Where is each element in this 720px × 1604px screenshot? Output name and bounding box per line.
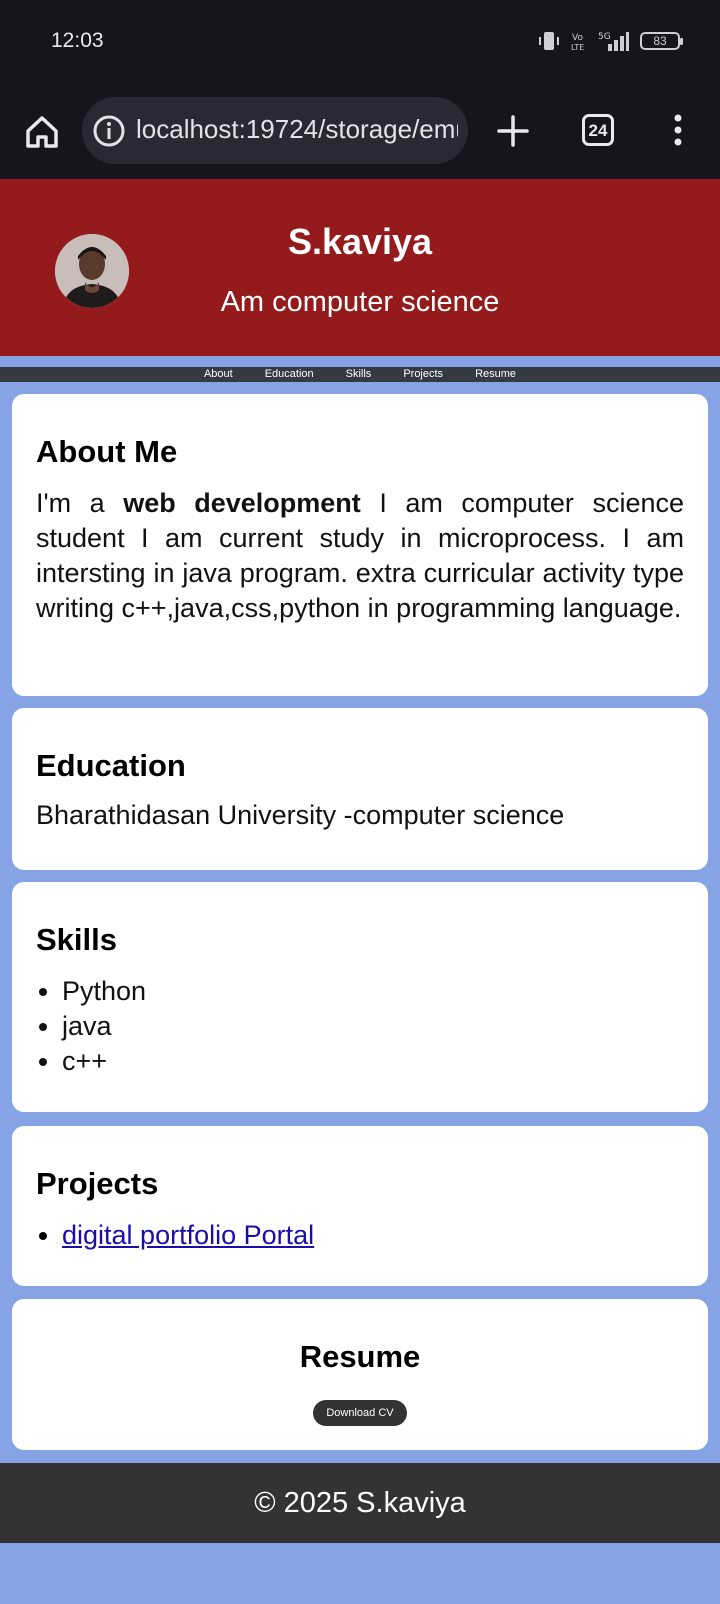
browser-toolbar: localhost:19724/storage/emulated 24	[0, 84, 720, 179]
about-title: About Me	[36, 434, 178, 469]
nav-skills[interactable]: Skills	[346, 367, 372, 382]
status-time: 12:03	[51, 29, 104, 52]
status-icons: Vo LTE 5G 83	[538, 30, 683, 52]
vibrate-icon	[539, 32, 559, 50]
skills-title: Skills	[36, 922, 117, 957]
project-link[interactable]: digital portfolio Portal	[62, 1220, 314, 1250]
list-item: digital portfolio Portal	[62, 1218, 314, 1253]
education-title: Education	[36, 748, 186, 783]
svg-text:LTE: LTE	[571, 43, 584, 52]
resume-section: Resume Download CV	[12, 1299, 708, 1450]
list-item: c++	[62, 1044, 146, 1079]
tabs-icon[interactable]: 24	[582, 114, 614, 146]
site-subtitle: Am computer science	[220, 286, 500, 318]
nav-resume[interactable]: Resume	[475, 367, 516, 382]
site-footer: © 2025 S.kaviya	[0, 1463, 720, 1543]
battery-icon: 83	[640, 32, 683, 50]
svg-text:Vo: Vo	[572, 33, 583, 43]
site-header: S.kaviya Am computer science	[0, 179, 720, 356]
about-section: About Me I'm a web development I am comp…	[12, 394, 708, 696]
nav-about[interactable]: About	[204, 367, 233, 382]
skills-section: Skills Python java c++	[12, 882, 708, 1112]
about-text: I'm a web development I am computer scie…	[36, 486, 684, 626]
education-section: Education Bharathidasan University -comp…	[12, 708, 708, 870]
education-text: Bharathidasan University -computer scien…	[36, 800, 565, 830]
volte-icon: Vo LTE	[571, 33, 584, 52]
site-nav: About Education Skills Projects Resume	[0, 367, 720, 382]
plus-icon[interactable]	[494, 112, 532, 150]
home-icon[interactable]	[22, 112, 62, 152]
about-bold: web development	[123, 488, 361, 518]
5g-signal-icon: 5G	[598, 32, 629, 51]
about-intro: I'm a	[36, 488, 105, 518]
svg-text:5G: 5G	[598, 32, 611, 42]
list-item: java	[62, 1009, 146, 1044]
projects-list: digital portfolio Portal	[62, 1218, 314, 1253]
skills-list: Python java c++	[62, 974, 146, 1079]
projects-title: Projects	[36, 1166, 159, 1201]
more-vert-icon[interactable]	[668, 110, 688, 150]
status-bar: 12:03 Vo LTE 5G 83	[0, 0, 720, 84]
nav-projects[interactable]: Projects	[403, 367, 443, 382]
projects-section: Projects digital portfolio Portal	[12, 1126, 708, 1286]
list-item: Python	[62, 974, 146, 1009]
download-cv-button[interactable]: Download CV	[313, 1400, 407, 1426]
info-icon[interactable]	[92, 114, 126, 148]
address-bar[interactable]: localhost:19724/storage/emulated	[82, 97, 468, 164]
nav-education[interactable]: Education	[265, 367, 314, 382]
site-title: S.kaviya	[287, 221, 433, 262]
resume-title: Resume	[299, 1339, 421, 1374]
url-text[interactable]: localhost:19724/storage/emulated	[136, 114, 458, 145]
